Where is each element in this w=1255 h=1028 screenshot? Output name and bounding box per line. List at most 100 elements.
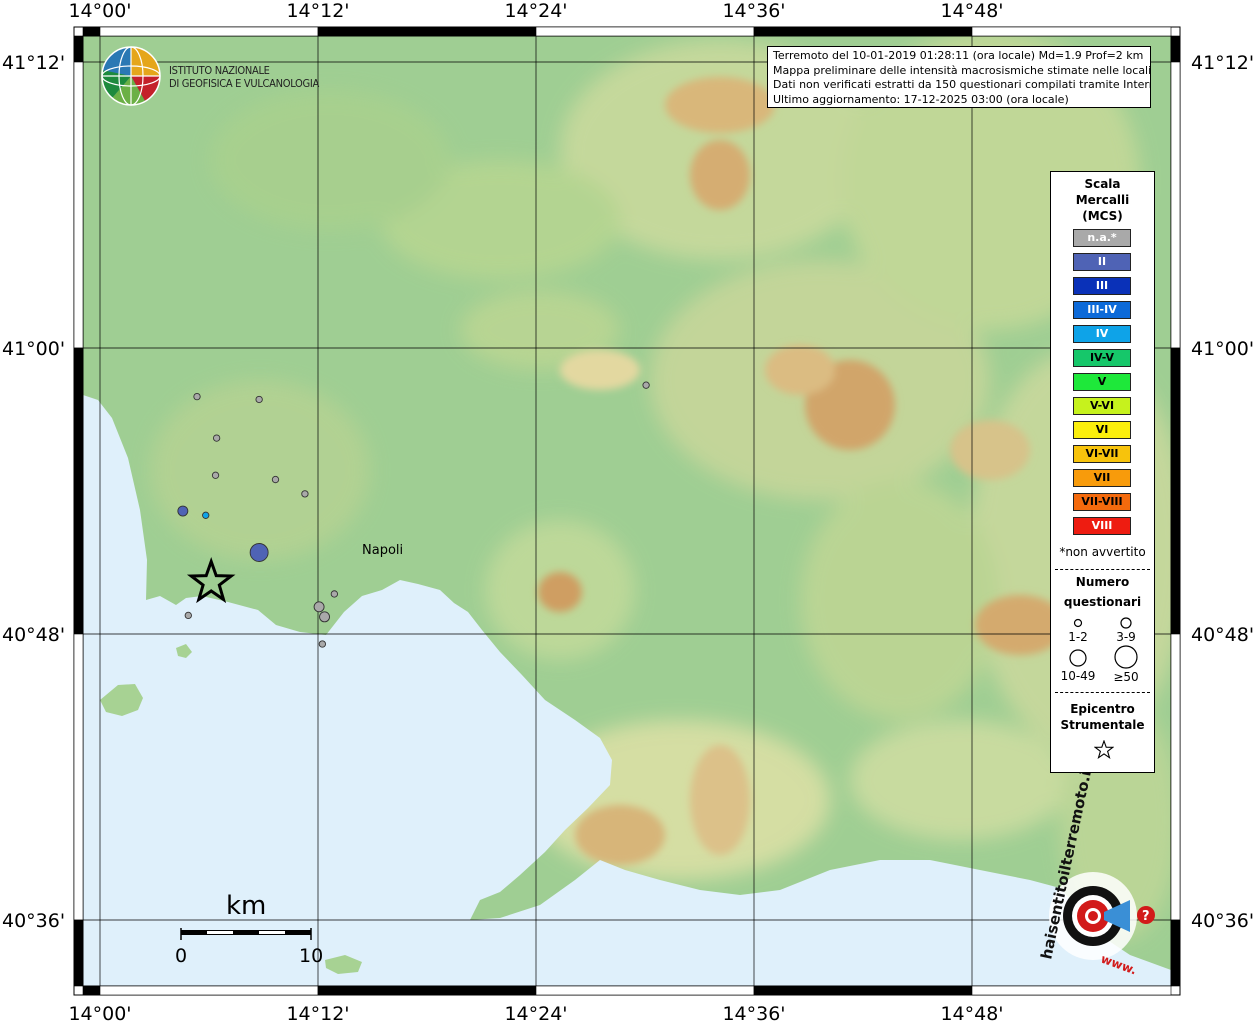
frame-tick-left: [73, 633, 84, 921]
legend-divider: [1055, 569, 1150, 570]
brand-question-mark: ?: [1142, 909, 1150, 924]
lat-label-left: 40°36': [2, 910, 65, 932]
size-symbol-10-49: [1069, 649, 1087, 667]
frame-tick-top: [753, 26, 973, 37]
legend-count-50: ≥50: [1113, 670, 1139, 684]
observation-point: [211, 471, 220, 479]
info-line2: Mappa preliminare delle intensità macros…: [773, 63, 1151, 77]
lon-label-top: 14°48': [940, 0, 1003, 22]
mcs-intensity-item: VII-VIII: [1073, 493, 1131, 511]
observation-point: [202, 511, 210, 519]
institute-line2: DI GEOFISICA E VULCANOLOGIA: [169, 77, 319, 90]
scale-bar-title: km: [226, 891, 266, 921]
lon-label-bottom: 14°24': [504, 1003, 567, 1024]
frame-tick-bottom: [99, 985, 319, 996]
frame-tick-right: [1170, 633, 1181, 921]
mcs-intensity-item: IV-V: [1073, 349, 1131, 367]
lon-label-bottom: 14°12': [286, 1003, 349, 1024]
legend-divider: [1055, 692, 1150, 693]
lon-label-top: 14°36': [722, 0, 785, 22]
legend-star-icon: [1094, 740, 1114, 760]
lat-label-left: 40°48': [2, 624, 65, 646]
observation-point: [249, 543, 269, 562]
lon-label-bottom: 14°36': [722, 1003, 785, 1024]
lon-label-bottom: 14°48': [940, 1003, 1003, 1024]
observation-point: [642, 381, 650, 389]
frame-tick-bottom: [82, 985, 101, 996]
observation-point: [319, 611, 330, 623]
lon-label-top: 14°12': [286, 0, 349, 22]
map-stage: 14°00' 14°00' 14°12' 14°12' 14°24' 14°24' 14°3…: [0, 0, 1255, 1025]
info-line3: Dati non verificati estratti da 150 ques…: [773, 78, 1151, 92]
legend-count-title1: Numero: [1075, 575, 1130, 589]
mcs-intensity-item: VI: [1073, 421, 1131, 439]
mcs-intensity-item: V: [1073, 373, 1131, 391]
mcs-intensity-item: IV: [1073, 325, 1131, 343]
institute-line1: ISTITUTO NAZIONALE: [169, 64, 270, 77]
observation-point: [212, 434, 221, 442]
frame-tick-left: [73, 35, 84, 63]
lat-label-right: 41°00': [1191, 338, 1254, 360]
size-symbol-50: [1114, 645, 1138, 669]
legend-title-scala: Scala: [1084, 177, 1121, 191]
frame-tick-left: [73, 919, 84, 987]
mcs-legend: Scala Mercalli (MCS) n.a.* II III III-IV IV I…: [1050, 171, 1155, 773]
legend-epicenter-title1: Epicentro: [1070, 702, 1135, 716]
scale-bar-start: 0: [175, 945, 187, 967]
lat-label-left: 41°12': [2, 52, 65, 74]
frame-tick-left: [73, 61, 84, 349]
legend-count-1-2: 1-2: [1068, 630, 1088, 644]
mcs-intensity-item: VIII: [1073, 517, 1131, 535]
city-label-napoli: Napoli: [362, 543, 403, 558]
observation-point: [271, 475, 280, 484]
observation-point: [193, 392, 201, 401]
event-info-box: Terremoto del 10-01-2019 01:28:11 (ora l…: [767, 46, 1151, 108]
frame-tick-top: [82, 26, 101, 37]
frame-tick-right: [1170, 61, 1181, 349]
lat-label-left: 41°00': [2, 338, 65, 360]
observation-point: [255, 395, 263, 404]
frame-tick-top: [535, 26, 755, 37]
info-line1: Terremoto del 10-01-2019 01:28:11 (ora l…: [773, 49, 1144, 62]
info-line4: Ultimo aggiornamento: 17-12-2025 03:00 (…: [773, 92, 1069, 106]
mcs-intensity-item: III-IV: [1073, 301, 1131, 319]
size-symbol-3-9: [1120, 617, 1132, 629]
observation-point: [318, 640, 327, 648]
frame-tick-top: [99, 26, 319, 37]
frame-tick-right: [1170, 919, 1181, 987]
terrain-layer: [83, 36, 1171, 986]
mcs-intensity-item: V-VI: [1073, 397, 1131, 415]
observation-point: [301, 490, 309, 498]
mcs-intensity-item: III: [1073, 277, 1131, 295]
frame-tick-right: [1170, 35, 1181, 63]
mcs-intensity-item: n.a.*: [1073, 229, 1131, 247]
legend-count-title2: questionari: [1063, 595, 1142, 609]
lon-label-top: 14°00': [68, 0, 131, 22]
frame-tick-bottom: [535, 985, 755, 996]
observation-point: [330, 590, 338, 598]
observation-point: [177, 505, 189, 517]
lon-label-top: 14°24': [504, 0, 567, 22]
frame-tick-top: [317, 26, 537, 37]
mcs-intensity-item: VII: [1073, 469, 1131, 487]
legend-count-3-9: 3-9: [1116, 630, 1136, 644]
mcs-intensity-item: VI-VII: [1073, 445, 1131, 463]
frame-tick-top: [971, 26, 1172, 37]
legend-count-10-49: 10-49: [1060, 669, 1096, 683]
legend-title-mercalli: Mercalli: [1075, 193, 1130, 207]
observation-point: [313, 601, 325, 613]
frame-tick-bottom: [317, 985, 537, 996]
mcs-intensity-item: II: [1073, 253, 1131, 271]
lat-label-right: 40°48': [1191, 624, 1254, 646]
observation-point: [184, 611, 192, 620]
size-symbol-1-2: [1073, 618, 1083, 628]
lat-label-right: 40°36': [1191, 910, 1254, 932]
frame-tick-left: [73, 347, 84, 635]
frame-tick-bottom: [971, 985, 1172, 996]
legend-title-mcs: (MCS): [1082, 209, 1123, 223]
lat-label-right: 41°12': [1191, 52, 1254, 74]
lon-label-bottom: 14°00': [68, 1003, 131, 1024]
scale-bar-end: 10: [299, 945, 323, 967]
ingv-globe-icon: [101, 46, 161, 106]
frame-tick-bottom: [753, 985, 973, 996]
